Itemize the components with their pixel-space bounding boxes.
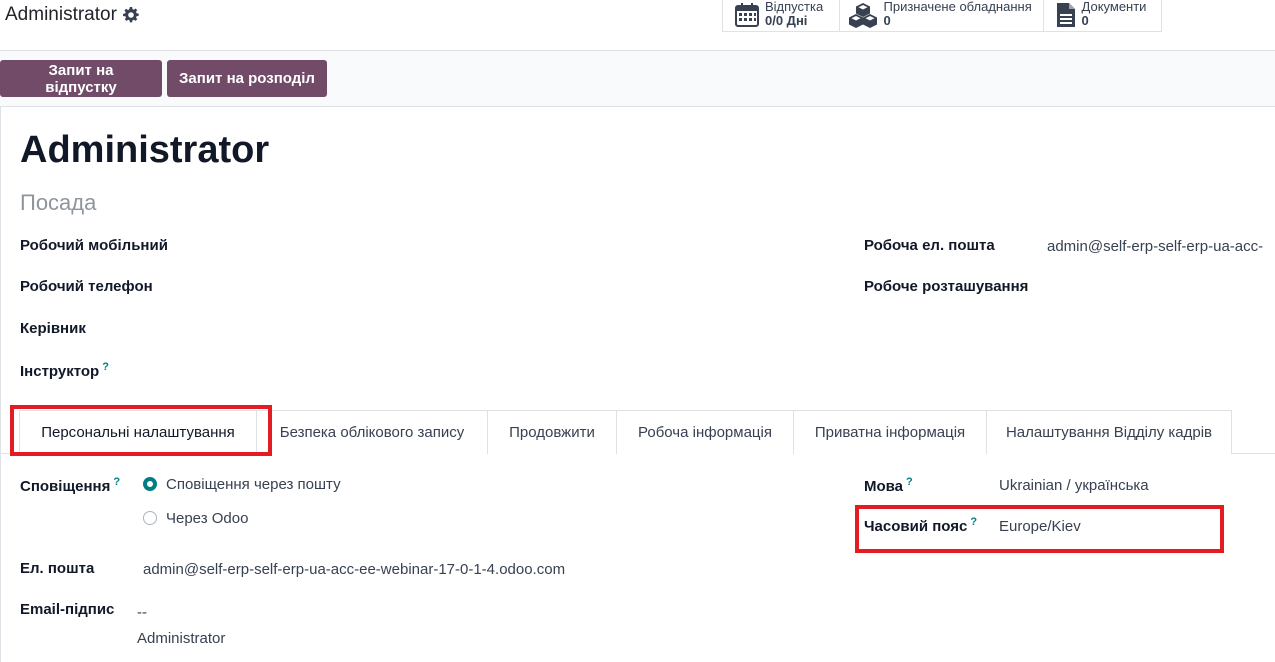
stat-label: Призначене обладнання: [883, 0, 1032, 14]
work-email-label: Робоча ел. пошта: [864, 237, 995, 254]
stat-value: 0/0 Дні: [765, 13, 808, 28]
stat-value: 0: [883, 13, 891, 28]
stat-label: Документи: [1081, 0, 1147, 14]
tab-work-information[interactable]: Робоча інформація: [616, 410, 794, 454]
calendar-icon: [735, 3, 759, 27]
breadcrumb: Administrator: [5, 4, 139, 26]
stat-button-leave[interactable]: Відпустка 0/0 Дні: [723, 0, 840, 31]
document-icon: [1056, 3, 1075, 27]
work-mobile-label: Робочий мобільний: [20, 237, 168, 254]
job-title-input[interactable]: Посада: [20, 190, 96, 216]
stat-label: Відпустка: [765, 0, 824, 14]
tab-account-security[interactable]: Безпека облікового запису: [256, 410, 488, 454]
manager-label: Керівник: [20, 320, 86, 337]
email-label: Ел. пошта: [20, 560, 95, 577]
notify-by-odoo-label: Через Odoo: [166, 510, 249, 527]
notifications-label: Сповіщення?: [20, 476, 121, 495]
leave-request-button[interactable]: Запит на відпустку: [0, 60, 162, 97]
smart-buttons: Відпустка 0/0 Дні Призначене обладнання 0 …: [722, 0, 1162, 32]
email-value[interactable]: admin@self-erp-self-erp-ua-acc-ee-webina…: [143, 561, 565, 578]
highlight-box-tab: [10, 405, 272, 456]
notify-by-odoo-radio[interactable]: [143, 511, 157, 525]
employee-name[interactable]: Administrator: [20, 129, 269, 172]
help-icon[interactable]: ?: [906, 476, 913, 488]
stat-button-documents[interactable]: Документи 0: [1044, 0, 1161, 31]
breadcrumb-title: Administrator: [5, 4, 117, 25]
stat-value: 0: [1081, 13, 1089, 28]
tab-hr-settings[interactable]: Налаштування Відділу кадрів: [986, 410, 1232, 454]
signature-line-2[interactable]: Administrator: [137, 630, 225, 647]
language-label: Мова?: [864, 476, 913, 495]
coach-label: Інструктор?: [20, 361, 109, 380]
stat-button-equipment[interactable]: Призначене обладнання 0: [840, 0, 1044, 31]
language-value[interactable]: Ukrainian / українська: [999, 477, 1149, 494]
control-panel: Administrator Відпустка 0/0 Дні Призначе…: [0, 0, 1275, 51]
notify-by-email-radio[interactable]: [143, 477, 157, 491]
allocation-request-button[interactable]: Запит на розподіл: [167, 60, 327, 97]
work-location-label: Робоче розташування: [864, 278, 1029, 295]
signature-line-1[interactable]: --: [137, 604, 147, 621]
cubes-icon: [848, 3, 877, 28]
email-signature-label: Email-підпис: [20, 601, 115, 618]
gear-icon[interactable]: [122, 7, 139, 23]
form-sheet: Administrator Посада Робочий мобільний Р…: [0, 107, 1275, 662]
work-email-value[interactable]: admin@self-erp-self-erp-ua-acc-: [1047, 238, 1263, 255]
tab-continue[interactable]: Продовжити: [487, 410, 617, 454]
notify-by-email-label: Сповіщення через пошту: [166, 476, 341, 493]
tab-private-information[interactable]: Приватна інформація: [793, 410, 987, 454]
highlight-box-timezone: [855, 505, 1224, 553]
work-phone-label: Робочий телефон: [20, 278, 153, 295]
help-icon[interactable]: ?: [113, 476, 120, 488]
help-icon[interactable]: ?: [102, 361, 109, 373]
action-bar: Запит на відпустку Запит на розподіл: [0, 51, 1275, 107]
